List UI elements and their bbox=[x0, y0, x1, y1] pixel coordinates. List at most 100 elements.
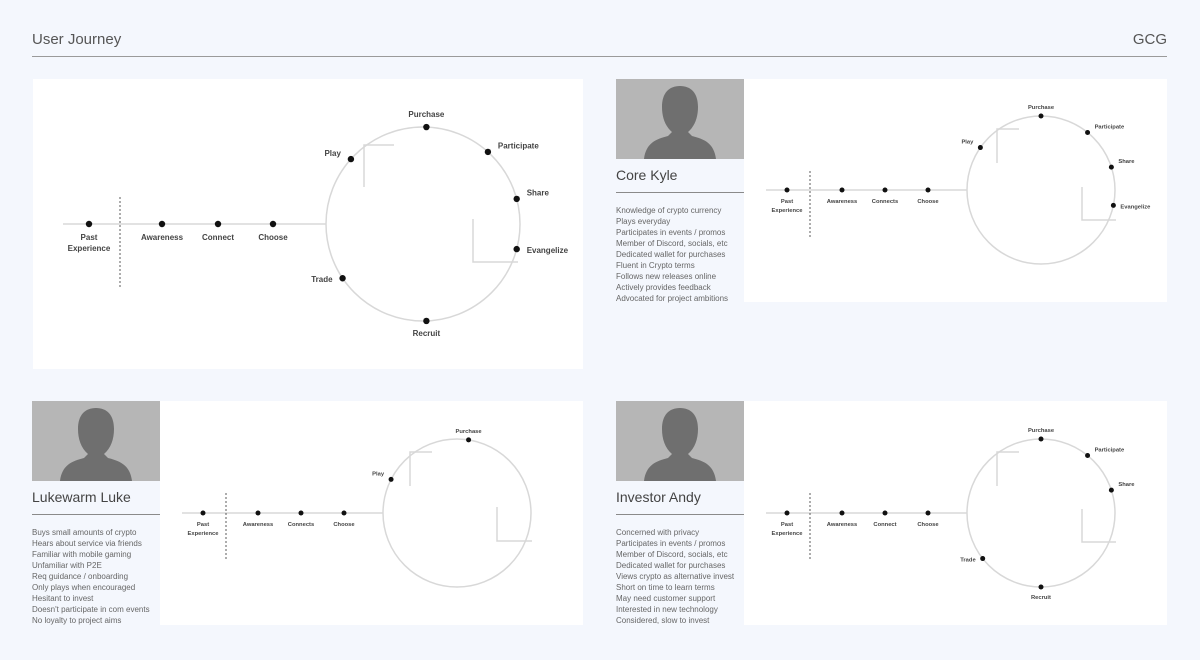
journey-panel-main: Past Experience Awareness Connect Choose Purc… bbox=[33, 79, 583, 369]
persona-trait: Member of Discord, socials, etc bbox=[616, 550, 728, 559]
stage-label-participate: Participate bbox=[498, 142, 539, 151]
stage-dot-play bbox=[388, 476, 394, 482]
stage-label-awareness: Awareness bbox=[827, 522, 858, 528]
stage-label-past-experience: Past bbox=[81, 233, 98, 242]
stage-label-evangelize: Evangelize bbox=[527, 246, 569, 255]
stage-dot-share bbox=[513, 195, 520, 203]
journey-panel-lukewarm-luke: Past Experience Awareness Connects Choose Pur… bbox=[160, 401, 583, 625]
stage-label-share: Share bbox=[1118, 159, 1135, 165]
stage-label-connects: Connects bbox=[872, 199, 898, 205]
loop-bracket-bottom bbox=[472, 219, 518, 263]
stage-label-past-experience: Past bbox=[781, 199, 793, 205]
persona-trait: Only plays when encouraged bbox=[32, 583, 136, 592]
stage-label-purchase: Purchase bbox=[408, 110, 445, 119]
stage-label-choose: Choose bbox=[917, 522, 939, 528]
loop-bracket-top bbox=[363, 144, 394, 187]
persona-name: Investor Andy bbox=[616, 489, 701, 505]
persona-name: Core Kyle bbox=[616, 167, 678, 183]
stage-label-connect: Connect bbox=[202, 233, 234, 242]
stage-label-purchase: Purchase bbox=[456, 429, 483, 435]
stage-dot-recruit bbox=[1038, 584, 1044, 590]
stage-dot-choose bbox=[925, 510, 931, 516]
stage-dot-purchase bbox=[423, 123, 430, 131]
persona-divider bbox=[616, 192, 744, 193]
persona-trait: Buys small amounts of crypto bbox=[32, 528, 137, 537]
journey-loop-circle bbox=[966, 115, 1116, 265]
page-title: User Journey bbox=[32, 31, 122, 48]
persona-trait: Dedicated wallet for purchases bbox=[616, 561, 726, 570]
stage-dot-play bbox=[347, 155, 355, 163]
stage-dot-recruit bbox=[423, 317, 430, 325]
persona-trait: Plays everyday bbox=[616, 217, 671, 226]
stage-label-trade: Trade bbox=[311, 275, 333, 284]
persona-name: Lukewarm Luke bbox=[32, 489, 131, 505]
stage-dot-share bbox=[1108, 164, 1114, 170]
stage-dot-connects bbox=[882, 187, 888, 193]
persona-trait: Advocated for project ambitions bbox=[616, 294, 729, 303]
stage-dot-past-experience bbox=[784, 510, 790, 516]
stage-label-awareness: Awareness bbox=[141, 233, 184, 242]
persona-trait: May need customer support bbox=[616, 594, 716, 603]
stage-label-trade: Trade bbox=[960, 558, 976, 564]
stage-label-purchase: Purchase bbox=[1028, 428, 1055, 434]
avatar bbox=[616, 79, 744, 159]
journey-panel-investor-andy: Past Experience Awareness Connect Choose Purc… bbox=[744, 401, 1167, 625]
stage-label-past-experience: Experience bbox=[68, 244, 111, 253]
stage-label-participate: Participate bbox=[1095, 125, 1125, 131]
persona-card-core-kyle: Core Kyle Knowledge of crypto currency Pl… bbox=[616, 79, 744, 304]
stage-dot-share bbox=[1108, 487, 1114, 493]
stage-dot-participate bbox=[484, 148, 492, 156]
stage-label-past-experience: Experience bbox=[188, 531, 220, 537]
persona-trait: Views crypto as alternative invest bbox=[616, 572, 735, 581]
journey-loop-circle bbox=[966, 438, 1116, 588]
persona-trait: Knowledge of crypto currency bbox=[616, 206, 722, 215]
stage-label-purchase: Purchase bbox=[1028, 105, 1055, 111]
stage-label-choose: Choose bbox=[917, 199, 939, 205]
stage-dot-choose bbox=[925, 187, 931, 193]
stage-label-participate: Participate bbox=[1095, 448, 1125, 454]
persona-trait: Interested in new technology bbox=[616, 605, 718, 614]
journey-loop-circle bbox=[382, 438, 532, 588]
persona-traits: Concerned with privacy Participates in ev… bbox=[616, 527, 744, 626]
persona-trait: Hesitant to invest bbox=[32, 594, 94, 603]
stage-label-awareness: Awareness bbox=[827, 199, 858, 205]
persona-trait: Req guidance / onboarding bbox=[32, 572, 129, 581]
journey-diagram-main: Past Experience Awareness Connect Choose Purc… bbox=[63, 110, 569, 338]
stage-label-play: Play bbox=[324, 149, 341, 158]
stage-label-past-experience: Experience bbox=[772, 531, 804, 537]
persona-trait: Participates in events / promos bbox=[616, 539, 726, 548]
persona-trait: Actively provides feedback bbox=[616, 283, 711, 292]
stage-label-connect: Connect bbox=[873, 522, 896, 528]
stage-dot-purchase bbox=[1038, 436, 1044, 442]
stage-label-recruit: Recruit bbox=[1031, 595, 1051, 601]
user-silhouette-icon bbox=[644, 86, 716, 159]
stage-label-past-experience: Past bbox=[781, 522, 793, 528]
stage-label-past-experience: Past bbox=[197, 522, 209, 528]
persona-trait: Participates in events / promos bbox=[616, 228, 726, 237]
persona-trait: Doesn't participate in com events bbox=[32, 605, 150, 614]
stage-dot-purchase bbox=[466, 437, 472, 443]
persona-trait: Fluent in Crypto terms bbox=[616, 261, 695, 270]
stage-label-share: Share bbox=[1118, 482, 1135, 488]
persona-trait: Concerned with privacy bbox=[616, 528, 700, 537]
stage-label-choose: Choose bbox=[333, 522, 355, 528]
persona-card-investor-andy: Investor Andy Concerned with privacy Part… bbox=[616, 401, 744, 626]
loop-bracket-top bbox=[409, 451, 432, 486]
stage-dot-choose bbox=[341, 510, 347, 516]
stage-dot-past-experience bbox=[85, 220, 93, 228]
stage-label-play: Play bbox=[961, 140, 974, 146]
avatar bbox=[616, 401, 744, 481]
brand-label: GCG bbox=[1132, 31, 1167, 48]
user-silhouette-icon bbox=[60, 408, 132, 481]
persona-trait: Familiar with mobile gaming bbox=[32, 550, 132, 559]
persona-trait: Short on time to learn terms bbox=[616, 583, 715, 592]
persona-trait: Member of Discord, socials, etc bbox=[616, 239, 728, 248]
persona-divider bbox=[32, 514, 160, 515]
stage-dot-evangelize bbox=[513, 245, 520, 253]
user-silhouette-icon bbox=[644, 408, 716, 481]
stage-dot-play bbox=[977, 145, 983, 151]
stage-dot-connect bbox=[214, 220, 222, 228]
persona-trait: Dedicated wallet for purchases bbox=[616, 250, 726, 259]
stage-label-awareness: Awareness bbox=[243, 522, 274, 528]
stage-label-evangelize: Evangelize bbox=[1120, 204, 1151, 210]
